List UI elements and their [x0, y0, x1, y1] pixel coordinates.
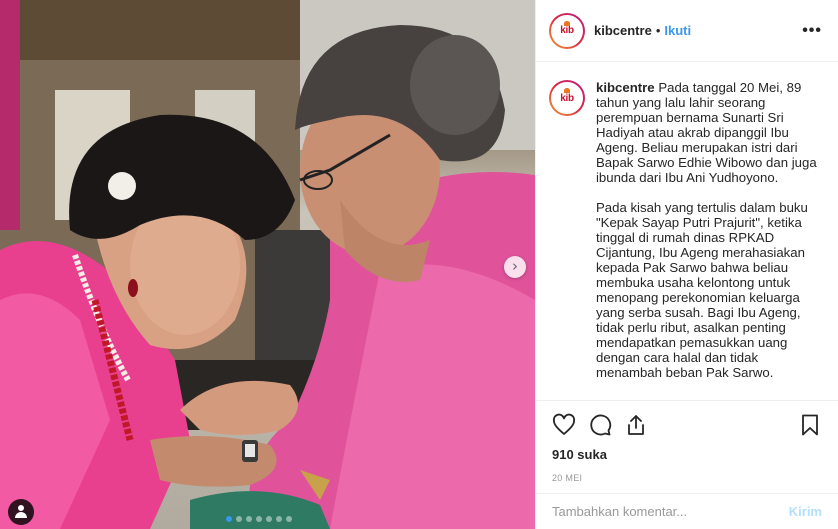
brand-mark-icon	[564, 88, 570, 93]
user-tag-icon[interactable]	[8, 499, 34, 525]
more-options-icon[interactable]: •••	[802, 22, 822, 40]
carousel-dot	[266, 516, 272, 522]
post-actions: 910 suka 20 MEI	[536, 400, 838, 483]
separator-dot: •	[655, 23, 661, 38]
carousel-dot	[286, 516, 292, 522]
comment-form: Kirim	[536, 493, 838, 529]
avatar[interactable]: kib	[549, 12, 585, 49]
action-icon-row	[552, 411, 822, 439]
caption-username[interactable]: kibcentre	[596, 80, 655, 95]
photo-illustration	[0, 0, 535, 529]
carousel-dot	[276, 516, 282, 522]
caption-section: kib kibcentre Pada tanggal 20 Mei, 89 ta…	[536, 62, 838, 400]
caption-paragraph: kibcentre Pada tanggal 20 Mei, 89 tahun …	[596, 80, 817, 185]
carousel-dot	[246, 516, 252, 522]
share-icon[interactable]	[624, 413, 648, 437]
follow-button[interactable]: Ikuti	[664, 23, 691, 38]
post-date[interactable]: 20 MEI	[552, 473, 822, 483]
post-photo[interactable]: ›	[0, 0, 535, 529]
bookmark-icon[interactable]	[798, 413, 822, 437]
send-comment-button[interactable]: Kirim	[789, 504, 822, 519]
next-photo-button[interactable]: ›	[504, 256, 526, 278]
avatar-logo: kib	[560, 25, 574, 36]
like-count[interactable]: 910 suka	[552, 447, 822, 462]
username-link[interactable]: kibcentre	[594, 23, 652, 38]
avatar-logo: kib	[560, 92, 574, 104]
caption-avatar[interactable]: kib	[549, 80, 585, 116]
post-header: kib kibcentre • Ikuti •••	[536, 0, 838, 62]
carousel-dot	[236, 516, 242, 522]
chevron-right-icon: ›	[512, 257, 518, 275]
caption-text: kibcentre Pada tanggal 20 Mei, 89 tahun …	[596, 80, 824, 400]
brand-mark-icon	[564, 20, 570, 26]
carousel-dot	[256, 516, 262, 522]
comment-input[interactable]	[552, 504, 789, 519]
comment-icon[interactable]	[588, 413, 612, 437]
post-sidebar: kib kibcentre • Ikuti ••• kib kibcentre …	[535, 0, 838, 529]
heart-icon[interactable]	[552, 413, 576, 437]
caption-paragraph: Pada kisah yang tertulis dalam buku "Kep…	[596, 200, 808, 380]
carousel-dot	[226, 516, 232, 522]
carousel-indicator	[226, 516, 292, 522]
